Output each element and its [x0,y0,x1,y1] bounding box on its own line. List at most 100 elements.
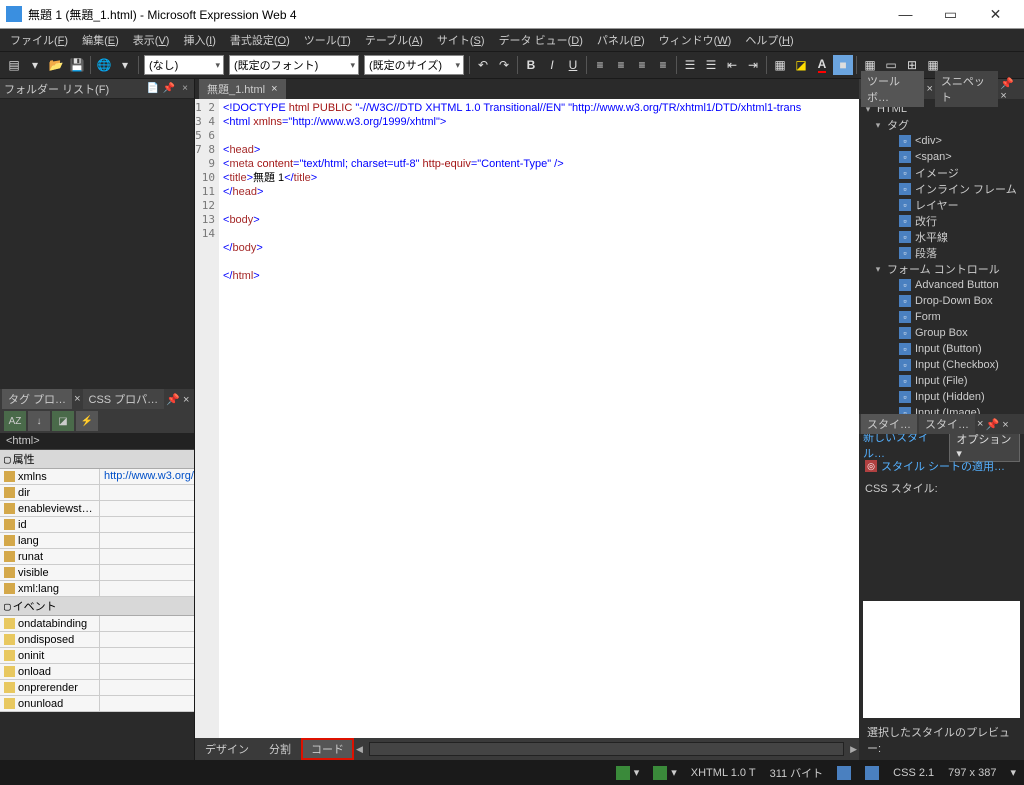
italic-icon[interactable]: I [542,55,562,75]
number-list-icon[interactable]: ☰ [701,55,721,75]
align-right-icon[interactable]: ≡ [632,55,652,75]
menu-v[interactable]: 表示(V) [127,30,176,50]
bold-icon[interactable]: B [521,55,541,75]
border-icon[interactable]: ▦ [770,55,790,75]
bullet-list-icon[interactable]: ☰ [680,55,700,75]
close-tab-icon[interactable]: × [977,418,983,430]
outdent-icon[interactable]: ⇤ [722,55,742,75]
property-row[interactable]: xmlnshttp://www.w3.org/… [0,469,194,485]
toolbox-item[interactable]: ▫<div> [859,133,1024,149]
chevron-left-icon[interactable]: ◀ [354,744,365,755]
status-zoom-icon[interactable]: ▾ [1010,766,1016,779]
sort-alpha-icon[interactable]: AZ [4,411,26,431]
tag-properties-tab[interactable]: タグ プロ… [2,389,72,409]
property-row[interactable]: enableviewst… [0,501,194,517]
new-page-icon[interactable]: ▤ [4,55,24,75]
snippets-tab[interactable]: スニペット [935,71,998,107]
redo-icon[interactable]: ↷ [494,55,514,75]
code-editor[interactable]: 1 2 3 4 5 6 7 8 9 10 11 12 13 14 <!DOCTY… [195,99,859,738]
toolbox-item[interactable]: ▫インライン フレーム [859,181,1024,197]
close-tab-icon[interactable]: × [926,83,932,95]
toolbox-item[interactable]: ▫Input (Button) [859,341,1024,357]
property-row[interactable]: ondisposed [0,632,194,648]
show-events-icon[interactable]: ⚡ [76,411,98,431]
folder-body[interactable] [0,99,194,387]
open-icon[interactable]: ▾ [25,55,45,75]
property-row[interactable]: id [0,517,194,533]
property-row[interactable]: runat [0,549,194,565]
new-folder-icon[interactable]: 📄 [146,82,160,96]
style-dropdown[interactable]: (なし) [144,55,224,75]
style-apply-tab[interactable]: スタイ… [919,414,975,434]
menu-h[interactable]: ヘルプ(H) [739,30,799,50]
menu-p[interactable]: パネル(P) [591,30,651,50]
css-properties-tab[interactable]: CSS プロパ… [83,389,165,409]
menu-e[interactable]: 編集(E) [76,30,125,50]
indent-icon[interactable]: ⇥ [743,55,763,75]
preview-icon[interactable]: ▾ [115,55,135,75]
toolbox-item[interactable]: ▫Advanced Button [859,277,1024,293]
toolbox-item[interactable]: ▫レイヤー [859,197,1024,213]
toolbox-item[interactable]: ▫<span> [859,149,1024,165]
property-group[interactable]: ▢ イベント [0,597,194,616]
close-panel-icon[interactable]: × [183,394,189,406]
status-compat[interactable]: ▾ [653,766,677,780]
toolbox-item[interactable]: ▫Form [859,309,1024,325]
attach-css-icon[interactable]: ◎ [865,460,877,472]
menu-f[interactable]: ファイル(F) [4,30,74,50]
toolbox-item[interactable]: ▫Group Box [859,325,1024,341]
toolbox-item[interactable]: ▫Input (File) [859,373,1024,389]
toolbox-tree[interactable]: ▾HTML▾タグ▫<div>▫<span>▫イメージ▫インライン フレーム▫レイ… [859,99,1024,414]
horizontal-scrollbar[interactable] [369,742,844,756]
fill-color-icon[interactable]: ■ [833,55,853,75]
pin-icon[interactable]: 📌 [162,82,176,96]
toolbox-item[interactable]: ▫水平線 [859,229,1024,245]
chevron-right-icon[interactable]: ▶ [848,744,859,755]
close-button[interactable]: ✕ [973,0,1018,28]
property-grid[interactable]: ▢ 属性xmlnshttp://www.w3.org/…direnablevie… [0,450,194,760]
status-html-mode[interactable] [837,766,851,780]
style-manage-tab[interactable]: スタイ… [861,414,917,434]
status-css-schema[interactable]: CSS 2.1 [893,767,934,779]
menu-s[interactable]: サイト(S) [431,30,491,50]
toolbox-item[interactable]: ▫Input (Image) [859,405,1024,414]
property-row[interactable]: ondatabinding [0,616,194,632]
sort-category-icon[interactable]: ↓ [28,411,50,431]
design-view-tab[interactable]: デザイン [195,738,259,760]
property-row[interactable]: oninit [0,648,194,664]
property-row[interactable]: dir [0,485,194,501]
status-dimensions[interactable]: 797 x 387 [948,767,996,779]
close-panel-icon[interactable]: × [178,82,192,96]
close-tab-icon[interactable]: × [271,83,277,95]
split-view-tab[interactable]: 分割 [259,738,301,760]
menu-i[interactable]: 挿入(I) [177,30,221,50]
maximize-button[interactable]: ▭ [928,0,973,28]
browse-icon[interactable]: 🌐 [94,55,114,75]
close-tab-icon[interactable]: × [74,393,80,405]
save-icon[interactable]: 💾 [67,55,87,75]
menu-a[interactable]: テーブル(A) [359,30,429,50]
toolbox-item[interactable]: ▫Drop-Down Box [859,293,1024,309]
toolbox-item[interactable]: ▫改行 [859,213,1024,229]
style-list-body[interactable] [863,601,1020,718]
menu-o[interactable]: 書式設定(O) [224,30,296,50]
close-panel-icon[interactable]: × [1002,419,1008,431]
undo-icon[interactable]: ↶ [473,55,493,75]
align-left-icon[interactable]: ≡ [590,55,610,75]
document-tab[interactable]: 無題_1.html × [199,79,286,99]
status-doctype[interactable]: XHTML 1.0 T [691,767,756,779]
pin-icon[interactable]: 📌 [985,419,999,431]
toolbox-item[interactable]: ▫Input (Checkbox) [859,357,1024,373]
minimize-button[interactable]: — [883,0,928,28]
toolbox-item[interactable]: ▾フォーム コントロール [859,261,1024,277]
pin-icon[interactable]: 📌 [1000,78,1014,90]
code-body[interactable]: <!DOCTYPE html PUBLIC "-//W3C//DTD XHTML… [219,99,859,738]
underline-icon[interactable]: U [563,55,583,75]
status-visual-aids[interactable]: ▾ [616,766,640,780]
pin-icon[interactable]: 📌 [166,394,180,406]
toolbox-item[interactable]: ▫段落 [859,245,1024,261]
menu-t[interactable]: ツール(T) [298,30,357,50]
font-dropdown[interactable]: (既定のフォント) [229,55,359,75]
open-folder-icon[interactable]: 📂 [46,55,66,75]
code-view-tab[interactable]: コード [301,738,354,760]
